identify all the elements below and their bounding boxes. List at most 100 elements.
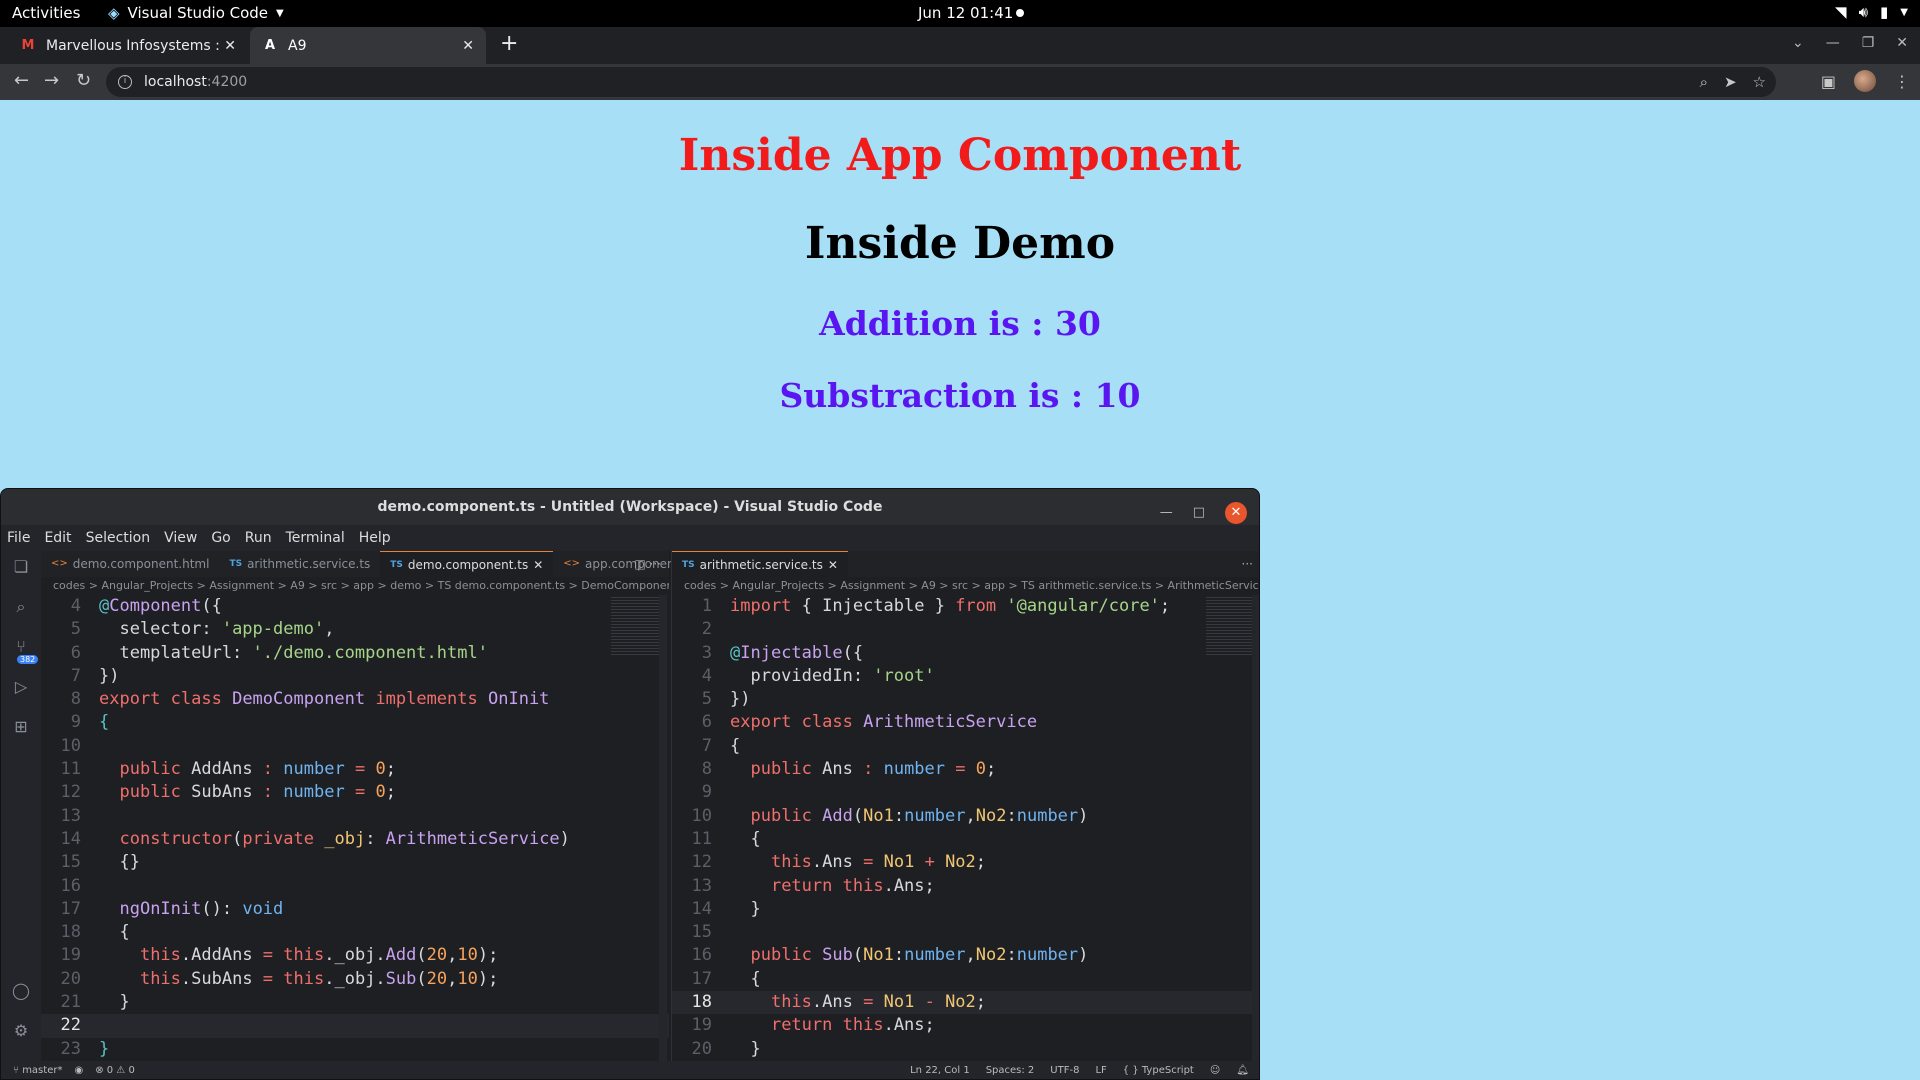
- cursor-position[interactable]: Ln 22, Col 1: [910, 1061, 970, 1079]
- app-menu[interactable]: ◈ Visual Studio Code ▼: [108, 4, 284, 22]
- code-line[interactable]: 7}): [41, 665, 669, 688]
- code-line[interactable]: 16 public Sub(No1:number,No2:number): [672, 944, 1259, 967]
- code-line[interactable]: 21 }: [41, 991, 669, 1014]
- minimap[interactable]: [1206, 597, 1254, 657]
- code-line[interactable]: 5}): [672, 688, 1259, 711]
- profile-avatar[interactable]: [1854, 70, 1876, 92]
- star-icon[interactable]: ☆: [1753, 73, 1766, 91]
- code-line[interactable]: 9: [672, 781, 1259, 804]
- send-icon[interactable]: ➤: [1724, 73, 1737, 91]
- code-line[interactable]: 12 public SubAns : number = 0;: [41, 781, 669, 804]
- restore-icon[interactable]: ❐: [1862, 35, 1875, 51]
- close-icon[interactable]: ✕: [1225, 502, 1247, 524]
- more-actions-icon[interactable]: ◫ ···: [634, 551, 661, 577]
- code-line[interactable]: 19 this.AddAns = this._obj.Add(20,10);: [41, 944, 669, 967]
- caret-down-icon[interactable]: ▼: [1900, 7, 1908, 18]
- browser-tab-a9[interactable]: A A9 ✕: [250, 27, 486, 64]
- language-mode[interactable]: { } TypeScript: [1123, 1061, 1194, 1079]
- code-line[interactable]: 18 this.Ans = No1 - No2;: [672, 991, 1259, 1015]
- minimap[interactable]: [611, 597, 659, 657]
- system-tray[interactable]: ◥ 🔊︎ ▮ ▼: [1835, 3, 1908, 21]
- menu-icon[interactable]: ⋮: [1894, 72, 1910, 91]
- forward-icon[interactable]: →: [44, 70, 59, 91]
- side-panel-icon[interactable]: ▣: [1821, 72, 1836, 91]
- close-icon[interactable]: ✕: [533, 552, 543, 578]
- problems-status[interactable]: ⊗ 0 ⚠ 0: [95, 1061, 135, 1079]
- clock[interactable]: Jun 12 01:41: [918, 4, 1013, 22]
- code-line[interactable]: 16: [41, 875, 669, 898]
- back-icon[interactable]: ←: [14, 70, 29, 91]
- code-line[interactable]: 11 {: [672, 828, 1259, 851]
- encoding[interactable]: UTF-8: [1050, 1061, 1079, 1079]
- code-line[interactable]: 13 return this.Ans;: [672, 875, 1259, 898]
- run-debug-icon[interactable]: ▷: [11, 677, 31, 697]
- menu-help[interactable]: Help: [359, 525, 391, 551]
- extensions-icon[interactable]: ⊞: [11, 717, 31, 737]
- menu-file[interactable]: File: [7, 525, 30, 551]
- code-line[interactable]: 18 {: [41, 921, 669, 944]
- menu-view[interactable]: View: [164, 525, 197, 551]
- code-editor[interactable]: 4 @Component({5 selector: 'app-demo', 6 te…: [41, 595, 669, 1061]
- feedback-icon[interactable]: ☺: [1210, 1061, 1220, 1079]
- code-line[interactable]: 13: [41, 805, 669, 828]
- zoom-icon[interactable]: ⌕: [1700, 73, 1708, 91]
- minimize-icon[interactable]: —: [1826, 35, 1840, 51]
- code-line[interactable]: 9{: [41, 711, 669, 734]
- close-icon[interactable]: ✕: [828, 552, 838, 578]
- code-editor[interactable]: 1 import { Injectable } from '@angular/co…: [672, 595, 1259, 1061]
- code-line[interactable]: 20 this.SubAns = this._obj.Sub(20,10);: [41, 968, 669, 991]
- close-tab-icon[interactable]: ✕: [224, 38, 236, 54]
- vertical-scrollbar[interactable]: [659, 595, 667, 1061]
- close-tab-icon[interactable]: ✕: [462, 38, 474, 54]
- code-line[interactable]: 12 this.Ans = No1 + No2;: [672, 851, 1259, 874]
- search-icon[interactable]: ⌕: [11, 597, 31, 617]
- source-control-icon[interactable]: ⑂: [11, 637, 31, 657]
- tab-arithmetic-service[interactable]: TS arithmetic.service.ts ✕: [672, 551, 848, 577]
- menu-go[interactable]: Go: [211, 525, 230, 551]
- wifi-icon[interactable]: ◥: [1835, 3, 1847, 21]
- code-line[interactable]: 10: [41, 735, 669, 758]
- code-line[interactable]: 7{: [672, 735, 1259, 758]
- code-line[interactable]: 23}: [41, 1038, 669, 1061]
- menu-terminal[interactable]: Terminal: [286, 525, 345, 551]
- code-line[interactable]: 6 templateUrl: './demo.component.html': [41, 642, 669, 665]
- menu-run[interactable]: Run: [245, 525, 272, 551]
- maximize-icon[interactable]: □: [1193, 495, 1205, 531]
- menu-selection[interactable]: Selection: [86, 525, 151, 551]
- code-line[interactable]: 14 }: [672, 898, 1259, 921]
- menu-edit[interactable]: Edit: [44, 525, 71, 551]
- code-line[interactable]: 15 {}: [41, 851, 669, 874]
- code-line[interactable]: 8 public Ans : number = 0;: [672, 758, 1259, 781]
- code-line[interactable]: 20 }: [672, 1038, 1259, 1061]
- code-line[interactable]: 17 ngOnInit(): void: [41, 898, 669, 921]
- battery-icon[interactable]: ▮: [1880, 3, 1888, 21]
- activities-button[interactable]: Activities: [12, 4, 80, 22]
- code-line[interactable]: 8 export class DemoComponent implements O…: [41, 688, 669, 711]
- code-line[interactable]: 5 selector: 'app-demo',: [41, 618, 669, 641]
- more-actions-icon[interactable]: ···: [1242, 551, 1253, 577]
- account-icon[interactable]: ◯: [11, 981, 31, 1001]
- address-bar[interactable]: i localhost:4200 ⌕ ➤ ☆: [106, 67, 1776, 97]
- code-line[interactable]: 1 import { Injectable } from '@angular/co…: [672, 595, 1259, 618]
- code-line[interactable]: 17 {: [672, 968, 1259, 991]
- code-line[interactable]: 11 public AddAns : number = 0;: [41, 758, 669, 781]
- info-icon[interactable]: i: [118, 75, 132, 89]
- tab-search-icon[interactable]: ⌄: [1792, 35, 1804, 51]
- volume-icon[interactable]: 🔊︎: [1859, 3, 1868, 21]
- code-line[interactable]: 6 export class ArithmeticService: [672, 711, 1259, 734]
- browser-tab-marvellous[interactable]: M Marvellous Infosystems : ✕: [8, 27, 248, 64]
- code-line[interactable]: 4 providedIn: 'root': [672, 665, 1259, 688]
- minimize-icon[interactable]: —: [1160, 495, 1173, 531]
- code-line[interactable]: 4 @Component({: [41, 595, 669, 618]
- code-line[interactable]: 10 public Add(No1:number,No2:number): [672, 805, 1259, 828]
- sync-icon[interactable]: ◉: [74, 1061, 83, 1079]
- code-line[interactable]: 2: [672, 618, 1259, 641]
- close-window-icon[interactable]: ✕: [1896, 35, 1908, 51]
- breadcrumb[interactable]: codes > Angular_Projects > Assignment > …: [672, 577, 1259, 595]
- eol[interactable]: LF: [1095, 1061, 1106, 1079]
- gear-icon[interactable]: ⚙: [11, 1021, 31, 1041]
- code-line[interactable]: 19 return this.Ans;: [672, 1014, 1259, 1037]
- vertical-scrollbar[interactable]: [1252, 595, 1259, 1061]
- code-line[interactable]: 22: [41, 1014, 669, 1038]
- tab-demo-component-ts[interactable]: TS demo.component.ts ✕: [380, 551, 554, 578]
